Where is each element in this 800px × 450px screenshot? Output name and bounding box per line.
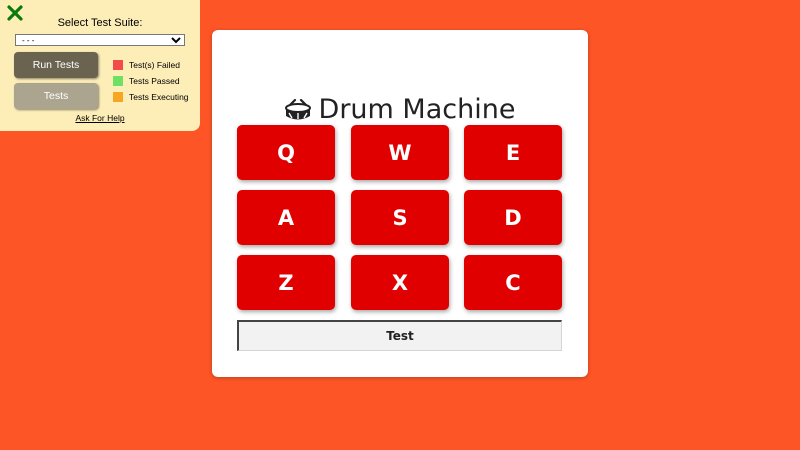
run-tests-button[interactable]: Run Tests xyxy=(14,52,98,78)
suite-label: Select Test Suite: xyxy=(57,17,143,29)
test-suite-panel: Select Test Suite: - - - Run Tests Tests… xyxy=(0,0,200,131)
legend: Test(s) Failed Tests Passed Tests Execut… xyxy=(113,57,189,105)
executing-swatch xyxy=(113,92,123,102)
drum-pad-z[interactable]: Z xyxy=(237,255,335,310)
drum-pad-a[interactable]: A xyxy=(237,190,335,245)
drum-pad-q[interactable]: Q xyxy=(237,125,335,180)
legend-item-passed: Tests Passed xyxy=(113,73,189,89)
legend-label: Test(s) Failed xyxy=(129,60,181,70)
drum-pad-w[interactable]: W xyxy=(351,125,449,180)
drum-display: Test xyxy=(237,320,562,351)
passed-swatch xyxy=(113,76,123,86)
drum-icon xyxy=(284,99,311,120)
legend-label: Tests Executing xyxy=(129,92,189,102)
legend-item-failed: Test(s) Failed xyxy=(113,57,189,73)
legend-item-executing: Tests Executing xyxy=(113,89,189,105)
drum-pad-d[interactable]: D xyxy=(464,190,562,245)
page-title: Drum Machine xyxy=(212,92,588,128)
drum-pad-e[interactable]: E xyxy=(464,125,562,180)
title-text: Drum Machine xyxy=(318,94,516,125)
drum-pad-c[interactable]: C xyxy=(464,255,562,310)
ask-for-help-link[interactable]: Ask For Help xyxy=(0,113,200,123)
failed-swatch xyxy=(113,60,123,70)
tests-button[interactable]: Tests xyxy=(14,83,98,109)
drum-pad-x[interactable]: X xyxy=(351,255,449,310)
suite-select[interactable]: - - - xyxy=(15,34,185,46)
drum-pad-s[interactable]: S xyxy=(351,190,449,245)
legend-label: Tests Passed xyxy=(129,76,180,86)
